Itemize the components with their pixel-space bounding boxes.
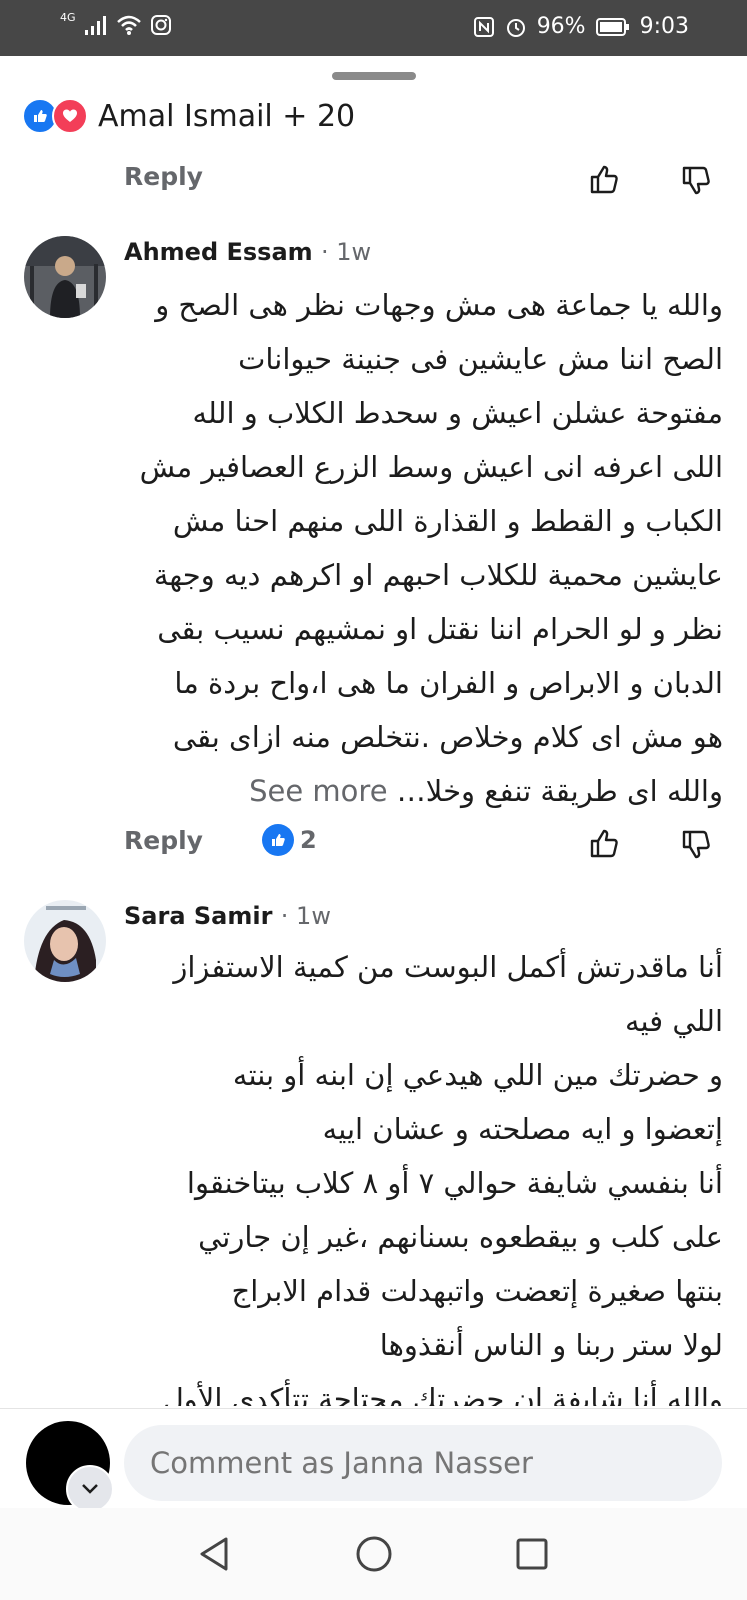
- comment-line: لولا ستر ربنا و الناس أنقذوها: [379, 1328, 723, 1362]
- comment-line: أنا بنفسي شايفة حوالي ٧ أو ٨ كلاب بيتاخن…: [186, 1166, 723, 1200]
- comment-time: 1w: [296, 902, 331, 930]
- love-icon: [52, 98, 88, 134]
- comment-time: 1w: [336, 238, 372, 266]
- reactions-summary[interactable]: Amal Ismail + 20: [22, 98, 355, 134]
- status-bar: 4G 96% 9:03: [0, 0, 747, 56]
- drag-handle[interactable]: [332, 72, 416, 80]
- comment-line: هو مش اى كلام وخلاص .نتخلص منه ازاى بقى: [172, 720, 723, 754]
- reply-button[interactable]: Reply: [124, 162, 203, 191]
- author-name[interactable]: Ahmed Essam · 1w: [124, 238, 371, 266]
- comment-actions: Reply 2: [0, 824, 747, 866]
- like-button-icon[interactable]: [588, 162, 622, 196]
- author-name[interactable]: Sara Samir · 1w: [124, 902, 331, 930]
- comment-line: اللي فيه: [624, 1004, 723, 1038]
- comment-line: والله يا جماعة هى مش وجهات نظر هى الصح و: [155, 288, 723, 322]
- comment-line: و حضرتك مين اللي هيدعي إن ابنه أو بنته: [232, 1058, 723, 1092]
- dislike-button-icon[interactable]: [680, 164, 714, 198]
- comment-body: والله يا جماعة هى مش وجهات نظر هى الصح و…: [123, 278, 723, 818]
- avatar-ahmed-essam[interactable]: [24, 236, 106, 318]
- comment-line: نظر و لو الحرام اننا نقتل او نمشيهم نسيب…: [157, 612, 723, 646]
- comment-last-line: والله اى طريقة تنفع وخلا… See more: [123, 764, 723, 818]
- avatar-sara-samir[interactable]: [24, 900, 106, 982]
- comment-line: مفتوحة عشلن اعيش و سحدط الكلاب و الله: [192, 396, 724, 430]
- home-icon[interactable]: [346, 1526, 402, 1582]
- comment-line: الكباب و القطط و القذارة اللى منهم احنا …: [172, 504, 723, 538]
- author-name-text[interactable]: Sara Samir: [124, 902, 272, 930]
- like-button-icon[interactable]: [588, 826, 622, 860]
- time-separator: ·: [280, 902, 297, 930]
- comment-line: أنا ماقدرتش أكمل البوست من كمية الاستفزا…: [173, 950, 723, 984]
- back-icon[interactable]: [186, 1526, 242, 1582]
- see-more-link[interactable]: See more: [249, 774, 387, 808]
- clock: 9:03: [639, 14, 689, 39]
- comment-line: اللى اعرفه انى اعيش وسط الزرع العصافير م…: [139, 450, 723, 484]
- status-left: 4G: [60, 10, 172, 36]
- system-nav-bar: [0, 1508, 747, 1600]
- status-right: 96% 9:03: [473, 14, 689, 39]
- comment-line: إتعضوا و ايه مصلحته و عشان اييه: [322, 1112, 723, 1146]
- comment-composer: [0, 1408, 747, 1513]
- like-icon: [262, 824, 294, 856]
- comment-body: أنا ماقدرتش أكمل البوست من كمية الاستفزا…: [123, 940, 723, 1406]
- comment-actions: Reply: [0, 162, 747, 202]
- dislike-button-icon[interactable]: [680, 828, 714, 862]
- alarm-icon: [506, 18, 525, 37]
- author-name-text[interactable]: Ahmed Essam: [124, 238, 313, 266]
- comment-line: والله أنا شايفة إن حضرتك محتاجة تتأكدي ا…: [162, 1382, 723, 1406]
- instagram-icon: [150, 15, 171, 35]
- battery-icon: [595, 17, 629, 36]
- battery-percent: 96%: [536, 14, 586, 39]
- comment-line: عايشين محمية للكلاب احبهم او اكرهم ديه و…: [153, 558, 723, 592]
- reply-button[interactable]: Reply: [124, 826, 203, 855]
- reactors-summary[interactable]: Amal Ismail + 20: [98, 99, 355, 134]
- comment-line: الدبان و الابراص و الفران ما هى ا،واح بر…: [174, 666, 723, 700]
- comment-line: والله اى طريقة تنفع وخلا…: [396, 774, 723, 808]
- comment-input[interactable]: [124, 1425, 722, 1501]
- wifi-icon: [116, 15, 141, 35]
- comment-line: بنتها صغيرة إتعضت واتبهدلت قدام الابراج: [231, 1274, 724, 1308]
- like-count-value: 2: [300, 826, 317, 854]
- chevron-down-icon[interactable]: [66, 1465, 114, 1513]
- comment-line: الصح اننا مش عايشين فى جنينة حيوانات: [238, 342, 723, 376]
- comment-line: على كلب و بيقطعوه بسنانهم ،غير إن جارتي: [198, 1220, 723, 1254]
- time-separator: ·: [321, 238, 337, 266]
- network-label: 4G: [60, 10, 76, 24]
- nfc-icon: [473, 16, 494, 37]
- like-count[interactable]: 2: [262, 824, 317, 856]
- recents-icon[interactable]: [504, 1526, 560, 1582]
- signal-icon: [84, 16, 106, 35]
